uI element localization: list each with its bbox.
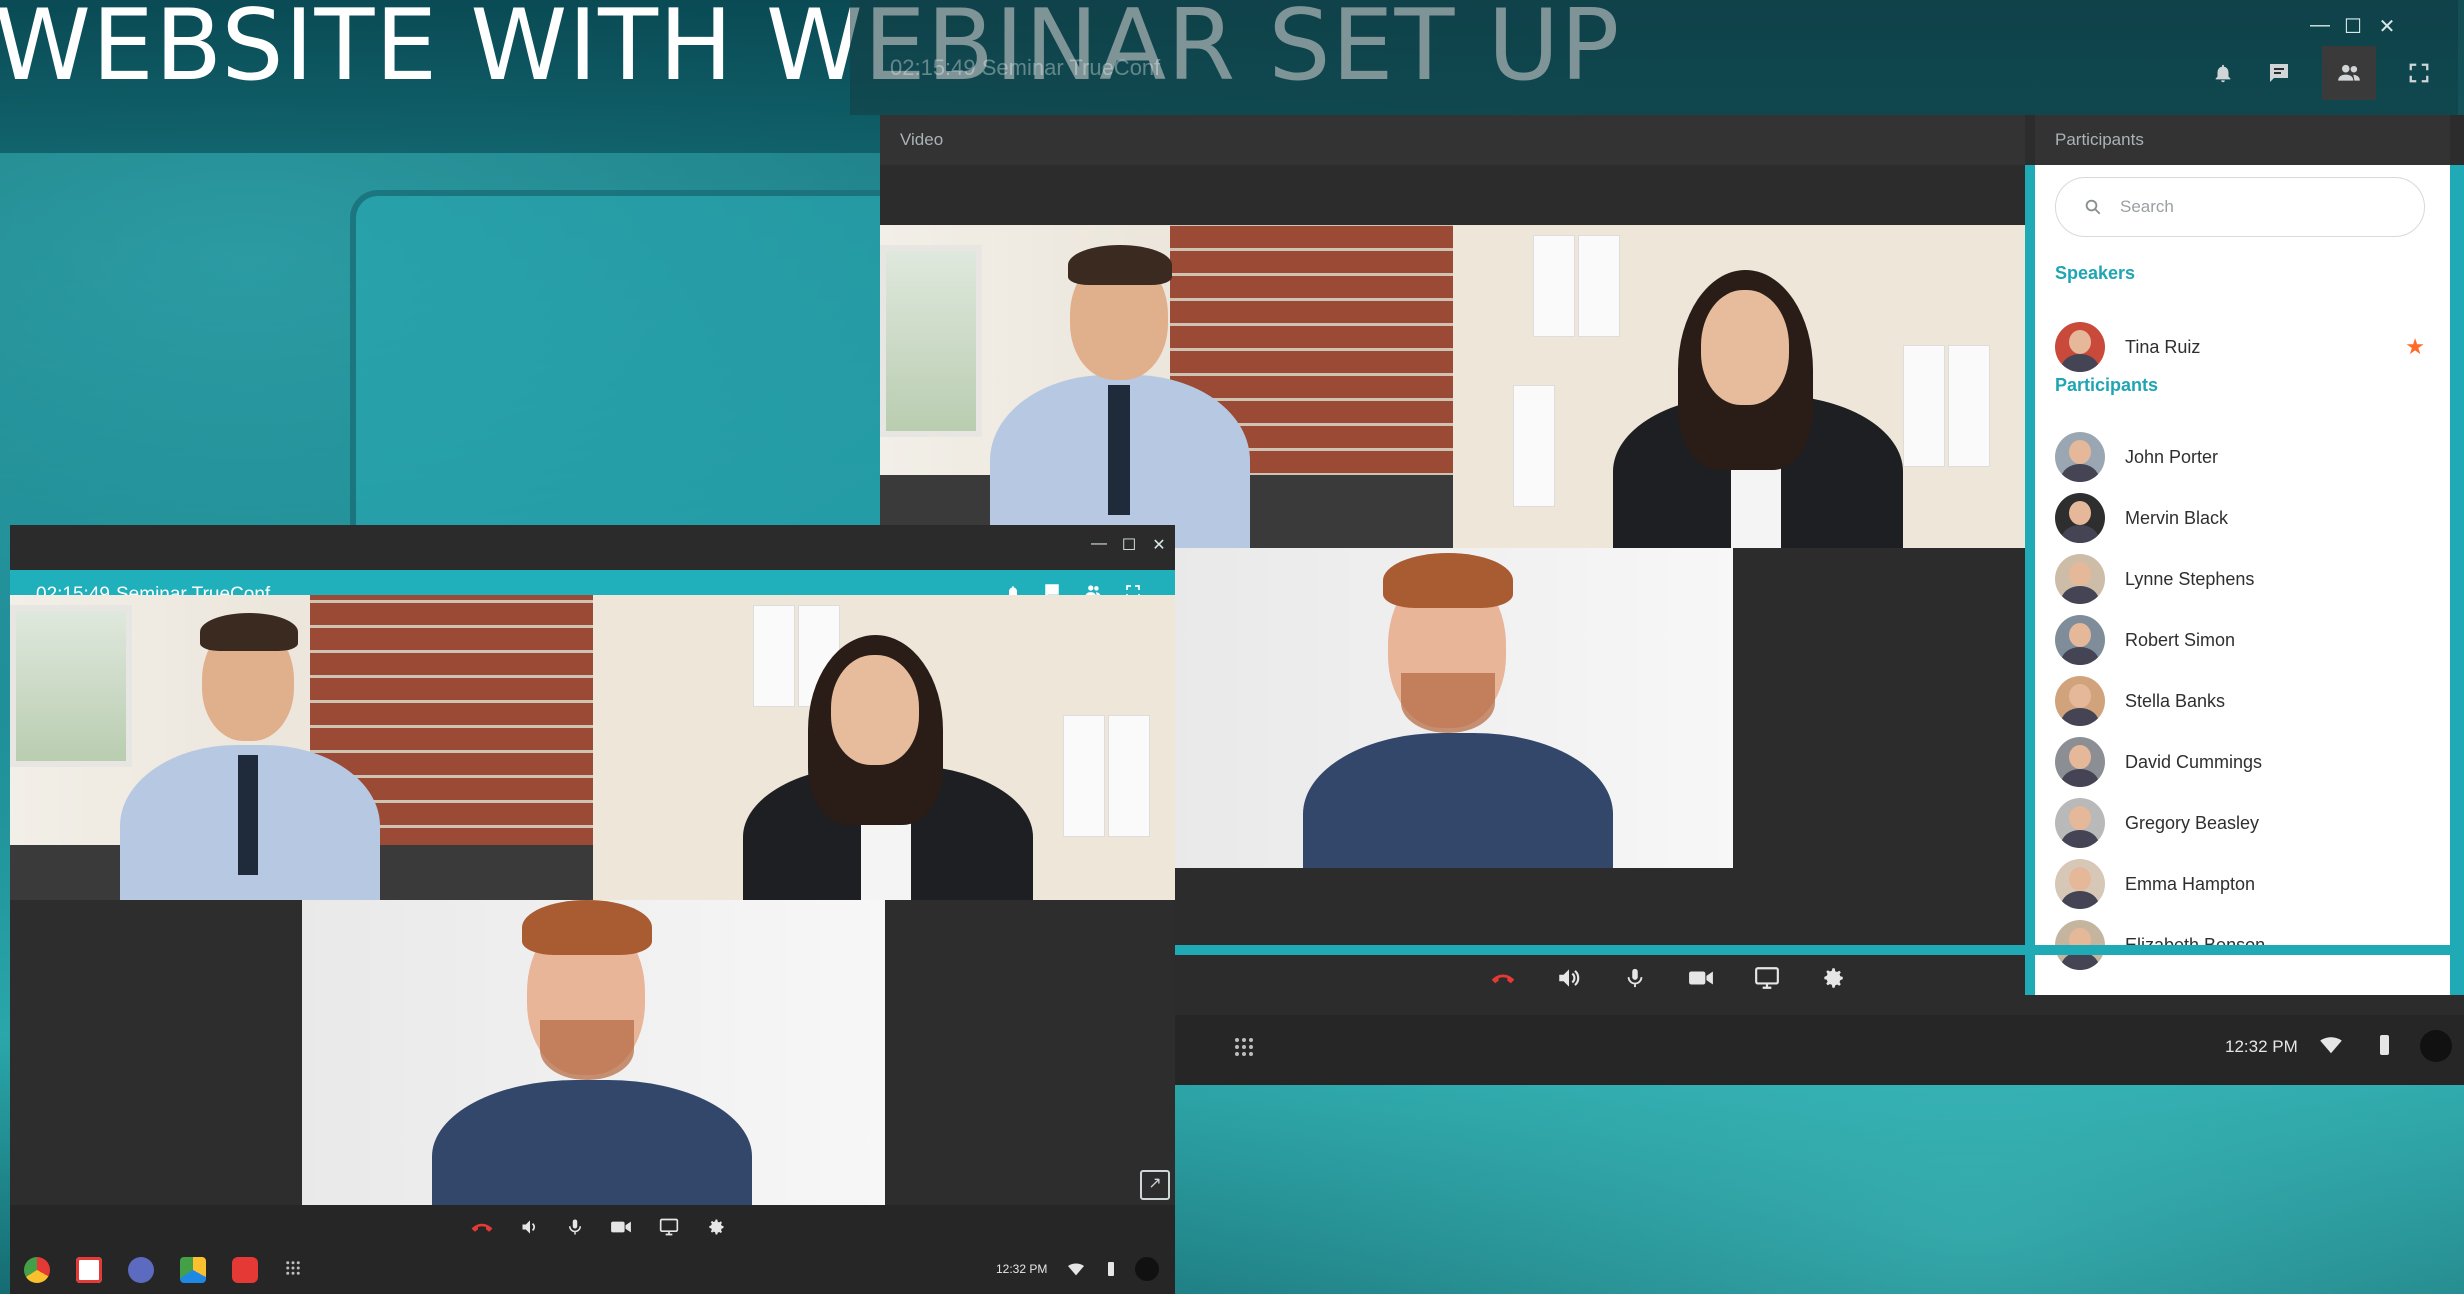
taskbar-clock[interactable]: 12:32 PM xyxy=(996,1262,1047,1276)
participant-row[interactable]: Lynne Stephens xyxy=(2055,552,2425,606)
participants-scrollbar[interactable] xyxy=(2450,165,2464,995)
wifi-icon[interactable] xyxy=(1068,1263,1084,1282)
chrome-icon[interactable] xyxy=(24,1257,50,1283)
video-tile-woman-shelves[interactable] xyxy=(1453,225,2025,548)
video-tile-man-desk-small[interactable] xyxy=(10,595,593,900)
mic-icon[interactable] xyxy=(1622,965,1648,991)
participant-row[interactable]: David Cummings xyxy=(2055,735,2425,789)
settings-icon[interactable] xyxy=(706,1217,726,1242)
video-tile-man-desk[interactable] xyxy=(880,225,1453,548)
speaker-name: Tina Ruiz xyxy=(2125,336,2201,357)
youtube-icon[interactable] xyxy=(232,1257,258,1283)
avatar xyxy=(2055,493,2105,543)
bell-icon[interactable] xyxy=(2210,60,2236,86)
apps-grid-icon[interactable] xyxy=(1232,1035,1256,1064)
wifi-icon[interactable] xyxy=(2320,1037,2342,1060)
close-icon[interactable]: ✕ xyxy=(2378,14,2396,39)
avatar xyxy=(2055,554,2105,604)
chat-icon[interactable] xyxy=(2266,60,2292,86)
screen-share-icon[interactable] xyxy=(658,1217,680,1242)
taskbar-clock[interactable]: 12:32 PM xyxy=(2225,1037,2298,1057)
participants-title: Participants xyxy=(2055,375,2159,395)
video-tile-red-hair-man-small[interactable] xyxy=(302,900,885,1205)
app-icon[interactable] xyxy=(128,1257,154,1283)
video-panel-header: Video xyxy=(880,115,2025,165)
speakers-title: Speakers xyxy=(2055,263,2136,283)
star-icon[interactable]: ★ xyxy=(2405,334,2425,360)
small-conference-window: — ☐ ✕ 02:15:49 Seminar TrueConf xyxy=(10,525,1175,1294)
search-icon xyxy=(2085,199,2101,215)
participant-search-input[interactable]: Search xyxy=(2055,177,2425,237)
participant-name: Emma Hampton xyxy=(2125,873,2256,894)
participant-name: John Porter xyxy=(2125,446,2219,467)
mic-icon[interactable] xyxy=(566,1217,584,1242)
maximize-icon[interactable]: ☐ xyxy=(2344,14,2362,39)
participant-row[interactable]: Robert Simon xyxy=(2055,613,2425,667)
participant-name: Mervin Black xyxy=(2125,507,2229,528)
battery-icon[interactable] xyxy=(2380,1035,2389,1055)
participants-panel-header: Participants xyxy=(2035,115,2450,165)
speaker-row[interactable]: Tina Ruiz ★ xyxy=(2055,320,2425,374)
search-placeholder: Search xyxy=(2120,197,2174,216)
participant-row[interactable]: John Porter xyxy=(2055,430,2425,484)
maximize-icon[interactable]: ☐ xyxy=(1120,535,1138,555)
user-avatar[interactable] xyxy=(1135,1257,1159,1281)
avatar xyxy=(2055,859,2105,909)
big-window-titlebar: 02:15:49 Seminar TrueConf — ☐ ✕ xyxy=(850,0,2464,115)
camera-icon[interactable] xyxy=(610,1218,632,1241)
participant-row[interactable]: Stella Banks xyxy=(2055,674,2425,728)
background-laptop xyxy=(350,190,922,572)
avatar xyxy=(2055,432,2105,482)
speaker-icon[interactable] xyxy=(520,1217,540,1242)
hangup-icon[interactable] xyxy=(1490,965,1516,991)
big-window-title: 02:15:49 Seminar TrueConf xyxy=(890,55,1161,80)
small-call-controls xyxy=(470,1217,726,1242)
video-tile-woman-shelves-small[interactable] xyxy=(593,595,1175,900)
battery-icon[interactable] xyxy=(1108,1262,1114,1276)
speaker-icon[interactable] xyxy=(1556,965,1582,991)
participant-name: Gregory Beasley xyxy=(2125,812,2260,833)
people-icon[interactable] xyxy=(2322,46,2376,100)
participant-name: Stella Banks xyxy=(2125,690,2226,711)
avatar xyxy=(2055,798,2105,848)
camera-icon[interactable] xyxy=(1688,965,1714,991)
avatar xyxy=(2055,615,2105,665)
participant-row[interactable]: Gregory Beasley xyxy=(2055,796,2425,850)
participants-panel: Search Speakers Tina Ruiz ★ Participants… xyxy=(2035,165,2450,995)
video-tile-red-hair-man[interactable] xyxy=(1173,548,1733,868)
avatar xyxy=(2055,676,2105,726)
user-avatar[interactable] xyxy=(2420,1030,2452,1062)
drive-icon[interactable] xyxy=(180,1257,206,1283)
participant-name: Robert Simon xyxy=(2125,629,2236,650)
dock xyxy=(24,1257,302,1283)
avatar xyxy=(2055,737,2105,787)
apps-grid-icon[interactable] xyxy=(284,1259,302,1282)
participant-name: Lynne Stephens xyxy=(2125,568,2255,589)
external-link-icon[interactable]: ↗ xyxy=(1140,1170,1170,1200)
minimize-icon[interactable]: — xyxy=(1090,535,1108,555)
small-bottom-bar: 12:32 PM xyxy=(10,1205,1175,1294)
gmail-icon[interactable] xyxy=(76,1257,102,1283)
big-call-controls xyxy=(1490,965,1846,991)
screen-share-icon[interactable] xyxy=(1754,965,1780,991)
settings-icon[interactable] xyxy=(1820,965,1846,991)
hangup-icon[interactable] xyxy=(470,1219,494,1240)
small-window-titlebar: — ☐ ✕ xyxy=(10,525,1175,570)
avatar xyxy=(2055,322,2105,372)
big-window-top-icons xyxy=(2210,46,2432,100)
participant-row[interactable]: Mervin Black xyxy=(2055,491,2425,545)
participant-name: David Cummings xyxy=(2125,751,2263,772)
close-icon[interactable]: ✕ xyxy=(1150,535,1168,555)
participant-row[interactable]: Emma Hampton xyxy=(2055,857,2425,911)
fullscreen-icon[interactable] xyxy=(2406,60,2432,86)
minimize-icon[interactable]: — xyxy=(2310,14,2330,39)
